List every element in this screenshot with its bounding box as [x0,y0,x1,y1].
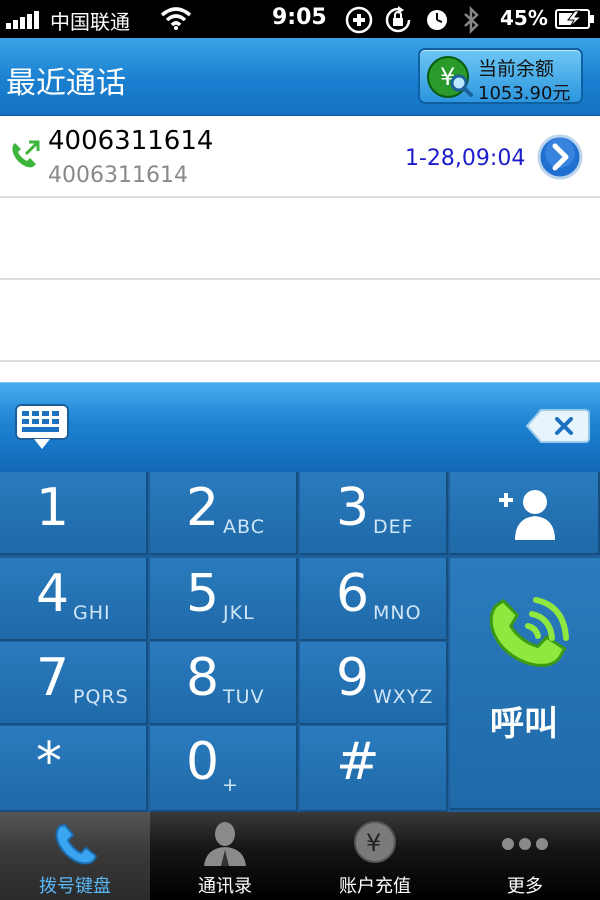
add-contact-icon [499,490,555,540]
key-digit: 8 [186,648,220,708]
svg-text:¥: ¥ [366,829,381,857]
status-bar: 中国联通 9:05 45% [0,0,600,38]
key-star[interactable]: * [0,726,148,812]
tab-contacts[interactable]: 通讯录 [150,812,300,900]
battery-charging-icon [555,9,594,29]
key-letters: JKL [223,602,255,624]
yuan-search-icon: ¥ [427,56,473,98]
dial-number-input[interactable] [95,403,505,453]
key-letters: GHI [73,602,111,624]
key-letters: PQRS [73,686,129,708]
call-log-number: 4006311614 [48,163,188,188]
key-letters: TUV [223,686,265,708]
key-4[interactable]: 4 GHI [0,558,148,641]
tab-dialpad[interactable]: 拨号键盘 [0,812,150,900]
balance-label: 当前余额 [478,58,555,80]
balance-button[interactable]: ¥ 当前余额 1053.90元 [418,48,583,104]
tab-label: 拨号键盘 [39,876,111,897]
keypad: 1 2 ABC 3 DEF 4 GHI 5 JKL 6 MNO 7 PQRS 8… [0,472,600,812]
key-letters: ABC [223,516,265,538]
backspace-icon[interactable] [525,408,591,444]
rotation-lock-icon [385,6,411,33]
key-digit: # [336,732,380,792]
call-log-row-empty [0,280,600,362]
key-letters: + [222,774,239,796]
key-letters: MNO [373,602,422,624]
key-2[interactable]: 2 ABC [150,472,298,555]
key-digit: 3 [336,478,370,538]
tab-more[interactable]: 更多 [450,812,600,900]
call-button-label: 呼叫 [490,704,558,744]
tab-label: 通讯录 [198,876,252,897]
call-log-row[interactable]: 4006311614 4006311614 1-28,09:04 [0,116,600,198]
key-7[interactable]: 7 PQRS [0,642,148,725]
balance-value: 1053.90元 [478,83,571,104]
contacts-icon [204,822,246,866]
bluetooth-icon [464,5,480,35]
status-icons [345,5,482,38]
key-digit: 7 [36,648,70,708]
page-title: 最近通话 [6,66,126,101]
header: 最近通话 ¥ 当前余额 1053.90元 [0,38,600,116]
add-circle-icon [345,6,373,34]
tab-recharge[interactable]: ¥ 账户充值 [300,812,450,900]
add-contact-button[interactable] [450,472,600,555]
call-phone-icon [489,597,569,667]
key-8[interactable]: 8 TUV [150,642,298,725]
call-log-row-empty [0,198,600,280]
chevron-right-icon[interactable] [537,134,583,180]
key-digit: 6 [336,564,370,624]
key-digit: 9 [336,648,370,708]
key-6[interactable]: 6 MNO [300,558,448,641]
tab-label: 更多 [507,876,543,897]
carrier-name: 中国联通 [50,10,130,34]
keyboard-toggle-icon[interactable] [14,403,70,451]
tab-label: 账户充值 [339,876,411,897]
tab-bar: 拨号键盘 通讯录 ¥ 账户充值 更多 [0,812,600,900]
key-digit: 2 [186,478,220,538]
key-letters: DEF [373,516,414,538]
key-digit: * [36,732,62,792]
dialer-display [0,382,600,472]
key-hash[interactable]: # [300,726,448,812]
yuan-coin-icon: ¥ [354,821,396,863]
key-5[interactable]: 5 JKL [150,558,298,641]
status-time: 9:05 [272,5,327,30]
key-0[interactable]: 0 + [150,726,298,812]
key-digit: 1 [36,478,70,538]
key-digit: 0 [186,732,220,792]
alarm-clock-icon [427,10,448,30]
key-1[interactable]: 1 [0,472,148,555]
key-digit: 4 [36,564,70,624]
key-letters: WXYZ [373,686,434,708]
outgoing-call-icon [12,140,40,168]
call-log-time: 1-28,09:04 [405,146,526,171]
key-9[interactable]: 9 WXYZ [300,642,448,725]
signal-strength-icon [6,11,39,29]
wifi-icon [160,7,192,30]
battery-percent: 45% [500,6,548,30]
phone-icon [55,823,98,865]
key-digit: 5 [186,564,220,624]
call-log-list: 4006311614 4006311614 1-28,09:04 [0,116,600,382]
call-button[interactable]: 呼叫 [450,558,600,810]
key-3[interactable]: 3 DEF [300,472,448,555]
more-dots-icon [502,838,548,850]
call-log-name: 4006311614 [48,126,214,156]
